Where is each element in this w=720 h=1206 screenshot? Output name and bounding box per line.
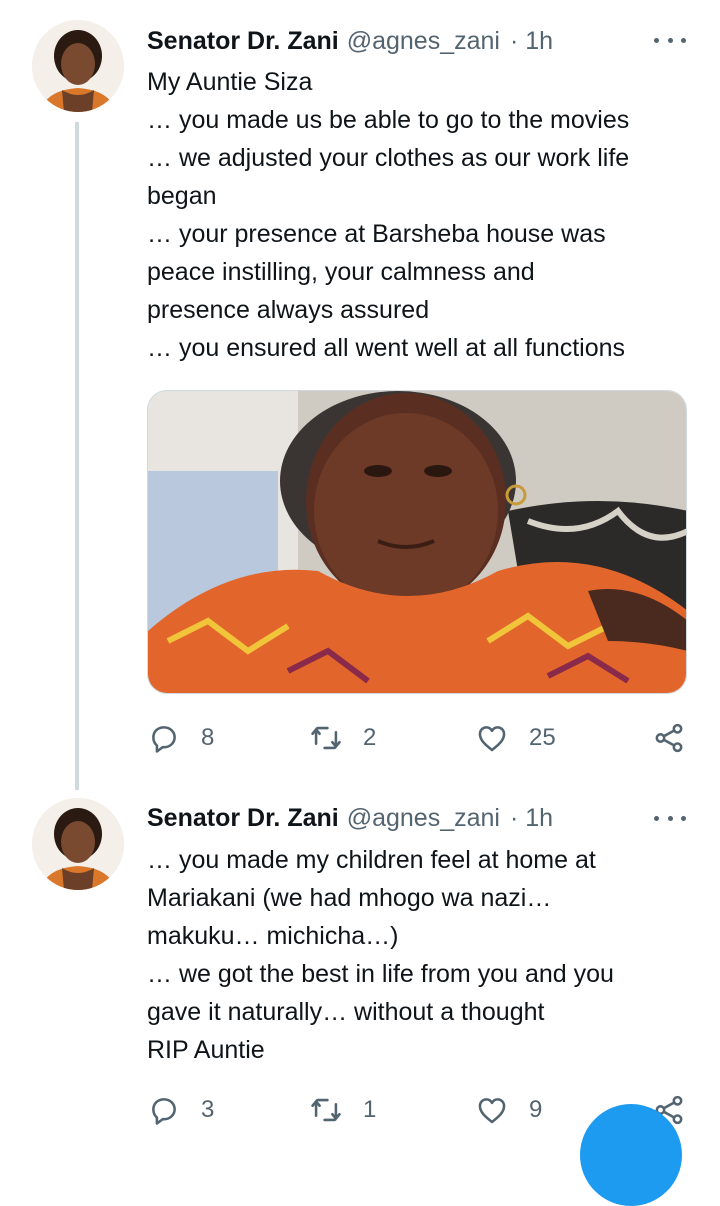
tweet-text: My Auntie Siza … you made us be able to … <box>147 63 707 367</box>
tweet-header: Senator Dr. Zani @agnes_zani · 1h <box>147 24 553 58</box>
more-icon[interactable] <box>654 808 686 828</box>
share-icon <box>655 723 683 753</box>
like-icon <box>478 1098 506 1124</box>
tweet-text: … you made my children feel at home at M… <box>147 841 707 1069</box>
tweet-line: peace instilling, your calmness and <box>147 258 535 286</box>
tweet-line: began <box>147 182 217 210</box>
like-icon <box>478 726 506 752</box>
tweet-line: … we adjusted your clothes as our work l… <box>147 144 630 172</box>
retweet-icon <box>311 726 341 750</box>
more-icon[interactable] <box>654 30 686 50</box>
reply-button[interactable]: 8 <box>147 718 214 758</box>
retweet-button[interactable]: 1 <box>309 1090 376 1130</box>
retweet-count: 2 <box>363 724 377 751</box>
author-name[interactable]: Senator Dr. Zani <box>147 27 339 56</box>
tweet-photo[interactable] <box>147 390 687 694</box>
tweet-line: … we got the best in life from you and y… <box>147 960 614 988</box>
tweet-time[interactable]: · 1h <box>510 804 553 833</box>
tweet-line: … your presence at Barsheba house was <box>147 220 606 248</box>
retweet-button[interactable]: 2 <box>309 718 376 758</box>
tweet-1[interactable]: Senator Dr. Zani @agnes_zani · 1h My Aun… <box>0 0 720 790</box>
tweet-line: gave it naturally… without a thought <box>147 998 545 1026</box>
like-count: 25 <box>529 724 556 751</box>
tweet-actions: 8 2 25 <box>147 718 692 758</box>
compose-tweet-button[interactable] <box>580 1104 682 1206</box>
reply-count: 3 <box>201 1096 215 1123</box>
like-count: 9 <box>529 1096 543 1123</box>
reply-button[interactable]: 3 <box>147 1090 214 1130</box>
tweet-line: … you ensured all went well at all funct… <box>147 334 626 362</box>
reply-icon <box>152 1098 176 1125</box>
reply-count: 8 <box>201 724 215 751</box>
tweet-header: Senator Dr. Zani @agnes_zani · 1h <box>147 801 553 835</box>
tweet-line: My Auntie Siza <box>147 68 313 96</box>
reply-icon <box>152 726 176 753</box>
tweet-line: makuku… michicha…) <box>147 922 399 950</box>
tweet-line: … you made my children feel at home at <box>147 846 596 874</box>
tweet-line: … you made us be able to go to the movie… <box>147 106 630 134</box>
share-button[interactable] <box>652 718 686 758</box>
tweet-time[interactable]: · 1h <box>510 27 553 56</box>
avatar[interactable] <box>32 20 124 112</box>
retweet-count: 1 <box>363 1096 377 1123</box>
tweet-line: presence always assured <box>147 296 430 324</box>
avatar[interactable] <box>32 798 124 890</box>
like-button[interactable]: 25 <box>475 718 556 758</box>
tweet-2[interactable]: Senator Dr. Zani @agnes_zani · 1h … you … <box>0 790 720 1141</box>
like-button[interactable]: 9 <box>475 1090 542 1130</box>
author-handle[interactable]: @agnes_zani <box>347 27 500 56</box>
author-handle[interactable]: @agnes_zani <box>347 804 500 833</box>
author-name[interactable]: Senator Dr. Zani <box>147 804 339 833</box>
tweet-line: Mariakani (we had mhogo wa nazi… <box>147 884 552 912</box>
retweet-icon <box>311 1098 341 1122</box>
tweet-line: RIP Auntie <box>147 1036 265 1064</box>
